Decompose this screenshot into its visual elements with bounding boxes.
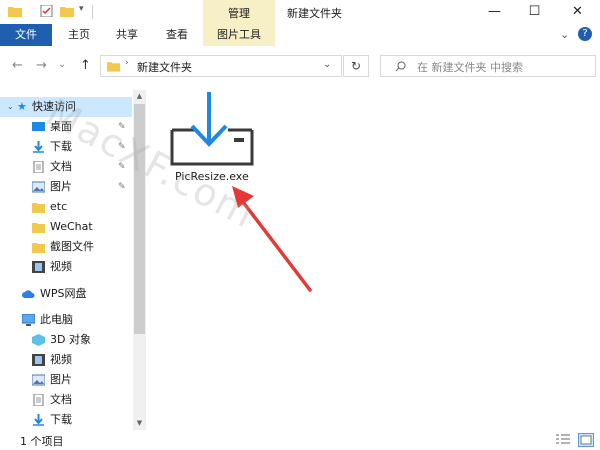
large-icons-view-icon[interactable] (578, 433, 594, 447)
details-view-icon[interactable] (556, 434, 570, 446)
tab-picture-tools[interactable]: 图片工具 (203, 24, 275, 46)
sidebar-item-pc-videos[interactable]: 视频 (0, 350, 132, 370)
address-row: ← → ⌄ ↑ › 新建文件夹 ⌄ ↻ 在 新建文件夹 中搜索 (0, 46, 600, 84)
sidebar-item-label: WeChat (50, 220, 93, 233)
folder-icon (107, 62, 120, 72)
status-bar: 1 个项目 (0, 430, 600, 450)
up-button[interactable]: ↑ (80, 58, 91, 73)
picture-icon (32, 374, 45, 386)
expand-ribbon-icon[interactable]: ⌄ (560, 28, 569, 41)
sidebar-item-label: 下载 (50, 413, 72, 426)
back-button[interactable]: ← (12, 58, 23, 73)
sidebar-item-screenshots[interactable]: 截图文件 (0, 237, 132, 257)
picture-icon (32, 181, 45, 193)
forward-button[interactable]: → (36, 58, 47, 73)
breadcrumb-separator-icon[interactable]: › (125, 58, 129, 68)
sidebar-item-label: WPS网盘 (40, 287, 87, 300)
close-button[interactable]: ✕ (555, 0, 600, 24)
chevron-down-icon[interactable]: ⌄ (7, 97, 14, 117)
download-icon (33, 414, 44, 426)
sidebar-item-videos[interactable]: 视频 (0, 257, 132, 277)
sidebar-item-this-pc[interactable]: 此电脑 (0, 310, 132, 330)
sidebar-item-label: 视频 (50, 260, 72, 273)
scroll-up-icon[interactable]: ▲ (133, 90, 146, 103)
document-icon (33, 161, 44, 173)
pin-icon: ✎ (118, 182, 126, 192)
properties-icon[interactable] (40, 5, 54, 17)
tab-share[interactable]: 共享 (106, 24, 148, 46)
folder-icon (32, 243, 45, 253)
cube-icon (32, 334, 45, 346)
tab-view[interactable]: 查看 (156, 24, 198, 46)
sidebar-item-label: 3D 对象 (50, 333, 91, 346)
sidebar-item-label: 文档 (50, 160, 72, 173)
video-icon (32, 354, 45, 366)
help-icon[interactable]: ? (578, 27, 592, 41)
divider (92, 5, 93, 19)
item-count: 1 个项目 (20, 435, 64, 448)
sidebar-item-label: 文档 (50, 393, 72, 406)
customize-quick-access-icon[interactable]: ▾ (79, 4, 84, 14)
search-icon (395, 61, 406, 72)
sidebar-item-label: 图片 (50, 180, 72, 193)
sidebar-item-wps-cloud[interactable]: WPS网盘 (0, 284, 132, 304)
refresh-button[interactable]: ↻ (343, 55, 369, 77)
folder-icon (32, 223, 45, 233)
recent-locations-button[interactable]: ⌄ (58, 59, 66, 70)
title-bar: ▾ 管理 新建文件夹 — ☐ ✕ (0, 0, 600, 28)
tab-file[interactable]: 文件 (0, 24, 52, 46)
computer-icon (22, 314, 35, 326)
cloud-icon (22, 290, 35, 298)
star-icon: ★ (17, 100, 27, 113)
sidebar-item-label: etc (50, 200, 68, 213)
sidebar-item-pc-pictures[interactable]: 图片 (0, 370, 132, 390)
download-icon (33, 141, 44, 153)
minimize-button[interactable]: — (472, 0, 517, 24)
search-placeholder: 在 新建文件夹 中搜索 (417, 61, 523, 74)
maximize-button[interactable]: ☐ (512, 0, 557, 24)
folder-icon[interactable] (8, 5, 22, 17)
sidebar-item-wechat[interactable]: WeChat (0, 217, 132, 237)
sidebar-item-pc-downloads[interactable]: 下载 (0, 410, 132, 430)
sidebar-item-label: 此电脑 (40, 313, 73, 326)
sidebar-item-label: 视频 (50, 353, 72, 366)
tab-home[interactable]: 主页 (58, 24, 100, 46)
scroll-down-icon[interactable]: ▼ (133, 417, 146, 430)
document-icon (33, 394, 44, 406)
sidebar-item-3d-objects[interactable]: 3D 对象 (0, 330, 132, 350)
address-bar[interactable]: › 新建文件夹 ⌄ (100, 55, 342, 77)
address-dropdown-icon[interactable]: ⌄ (323, 59, 331, 70)
video-icon (32, 261, 45, 273)
sidebar-item-pictures[interactable]: 图片 ✎ (0, 177, 132, 197)
folder-icon (32, 203, 45, 213)
search-input[interactable]: 在 新建文件夹 中搜索 (380, 55, 596, 77)
sidebar-item-label: 图片 (50, 373, 72, 386)
sidebar-item-pc-documents[interactable]: 文档 (0, 390, 132, 410)
ribbon-tabs: 文件 主页 共享 查看 图片工具 ⌄ ? (0, 24, 600, 47)
breadcrumb[interactable]: 新建文件夹 (137, 59, 192, 75)
sidebar-item-label: 截图文件 (50, 240, 94, 253)
new-folder-icon[interactable] (60, 5, 74, 17)
sidebar-item-etc[interactable]: etc (0, 197, 132, 217)
